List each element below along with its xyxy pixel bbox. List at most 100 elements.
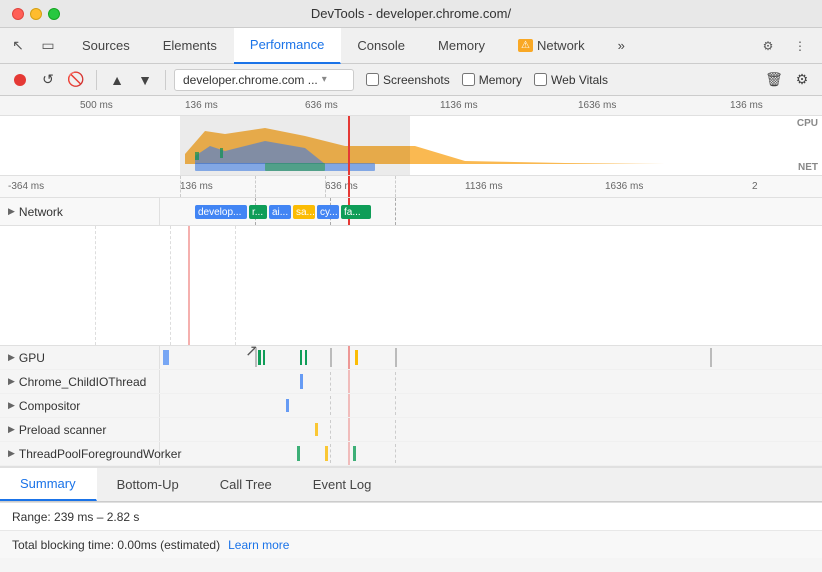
cpu-label: CPU	[797, 118, 818, 129]
main-content: ↖ ▭ Sources Elements Performance Console…	[0, 28, 822, 572]
separator-2	[165, 70, 166, 90]
pre-playhead	[348, 418, 350, 441]
preload-label: ▶ Preload scanner	[0, 418, 160, 441]
more-options-icon[interactable]: ⋮	[786, 32, 814, 60]
gpu-tick-4	[710, 348, 712, 367]
url-dropdown-arrow[interactable]: ▾	[322, 74, 327, 85]
toolbar-right: 🗑 ⚙	[762, 68, 814, 92]
screenshots-checkbox[interactable]: Screenshots	[366, 73, 450, 87]
time-offset-row: -364 ms 136 ms 636 ms 1136 ms 1636 ms 2	[0, 176, 822, 198]
minimize-button[interactable]	[30, 8, 42, 20]
pre-activity-1	[315, 423, 318, 436]
preload-content	[160, 418, 822, 441]
tab-sources[interactable]: Sources	[66, 28, 147, 64]
cio-activity-1	[300, 374, 303, 389]
bottom-tab-call-tree[interactable]: Call Tree	[200, 468, 293, 501]
webvitals-checkbox[interactable]: Web Vitals	[534, 73, 608, 87]
tab-more[interactable]: »	[602, 28, 642, 64]
flame-playhead	[188, 226, 190, 345]
thread-pool-row: ▶ ThreadPoolForegroundWorker	[0, 442, 822, 466]
url-bar: developer.chrome.com ... ▾	[174, 69, 354, 91]
close-button[interactable]	[12, 8, 24, 20]
gpu-activity-1	[163, 350, 169, 365]
thread-pool-expand[interactable]: ▶	[8, 448, 15, 459]
compositor-label: ▶ Compositor	[0, 394, 160, 417]
gpu-activity-6	[355, 350, 358, 365]
preload-expand[interactable]: ▶	[8, 424, 15, 435]
child-io-expand[interactable]: ▶	[8, 376, 15, 387]
child-io-label: ▶ Chrome_ChildIOThread	[0, 370, 160, 393]
net-segment-1[interactable]: develop...	[195, 205, 247, 219]
vline-2	[255, 176, 256, 197]
pre-vline-1	[330, 420, 331, 439]
playhead-2	[348, 176, 350, 197]
clear-button[interactable]: 🚫	[64, 68, 88, 92]
settings-icon[interactable]: ⚙	[754, 32, 782, 60]
flame-vline-3	[235, 226, 236, 345]
gpu-playhead	[348, 346, 350, 369]
preload-row: ▶ Preload scanner	[0, 418, 822, 442]
net-segment-2[interactable]: r...	[249, 205, 267, 219]
compositor-expand[interactable]: ▶	[8, 400, 15, 411]
ruler-tick-4: 1136 ms	[440, 100, 478, 111]
child-io-row: ▶ Chrome_ChildIOThread	[0, 370, 822, 394]
delete-button[interactable]: 🗑	[762, 68, 786, 92]
gpu-activity-4	[300, 350, 302, 365]
toolbar-settings-button[interactable]: ⚙	[790, 68, 814, 92]
thread-pool-label: ▶ ThreadPoolForegroundWorker	[0, 442, 160, 465]
network-warning-badge: ⚠	[518, 39, 533, 52]
offset-label-5: 1636 ms	[605, 181, 643, 192]
gpu-activity-2	[258, 350, 261, 365]
bottom-tab-event-log[interactable]: Event Log	[293, 468, 393, 501]
tp-vline-2	[395, 444, 396, 463]
tab-bar-right: ⚙ ⋮	[754, 32, 822, 60]
blocking-text: Total blocking time: 0.00ms (estimated)	[12, 538, 220, 552]
tab-memory[interactable]: Memory	[422, 28, 502, 64]
status-bar-blocking: Total blocking time: 0.00ms (estimated) …	[0, 530, 822, 558]
pre-vline-2	[395, 420, 396, 439]
tab-elements[interactable]: Elements	[147, 28, 234, 64]
tab-network[interactable]: ⚠ Network	[502, 28, 602, 64]
memory-checkbox[interactable]: Memory	[462, 73, 522, 87]
offset-label-3: 636 ms	[325, 181, 358, 192]
network-expand[interactable]: ▶	[8, 206, 15, 217]
compositor-content	[160, 394, 822, 417]
gpu-row: ▶ GPU	[0, 346, 822, 370]
cursor-icon[interactable]: ↖	[4, 32, 32, 60]
bottom-tab-summary[interactable]: Summary	[0, 468, 97, 501]
timeline-ruler: 500 ms 136 ms 636 ms 1136 ms 1636 ms 136…	[0, 96, 822, 116]
compositor-row: ▶ Compositor	[0, 394, 822, 418]
window-title: DevTools - developer.chrome.com/	[311, 6, 511, 21]
download-button[interactable]: ▼	[133, 68, 157, 92]
upload-button[interactable]: ▲	[105, 68, 129, 92]
gpu-tick-3	[395, 348, 397, 367]
net-segment-3[interactable]: ai...	[269, 205, 291, 219]
cio-vline-2	[395, 372, 396, 391]
record-button[interactable]	[8, 68, 32, 92]
gpu-expand[interactable]: ▶	[8, 352, 15, 363]
tp-activity-3	[353, 446, 356, 461]
vline-4	[395, 176, 396, 197]
gpu-tick-2	[330, 348, 332, 367]
network-row-label: ▶ Network	[0, 198, 160, 225]
net-graph-svg	[65, 161, 802, 175]
net-label: NET	[798, 162, 818, 173]
reload-record-button[interactable]: ↺	[36, 68, 60, 92]
tab-performance[interactable]: Performance	[234, 28, 341, 64]
vline-1	[180, 176, 181, 197]
gpu-activity-3	[263, 350, 265, 365]
maximize-button[interactable]	[48, 8, 60, 20]
thread-rows: ▶ GPU	[0, 346, 822, 466]
tab-console[interactable]: Console	[341, 28, 422, 64]
thread-pool-content	[160, 442, 822, 465]
net-segment-4[interactable]: sa...	[293, 205, 315, 219]
bottom-tab-bottom-up[interactable]: Bottom-Up	[97, 468, 200, 501]
net-segment-6[interactable]: fa...	[341, 205, 371, 219]
ruler-tick-5: 1636 ms	[578, 100, 616, 111]
toolbar: ↺ 🚫 ▲ ▼ developer.chrome.com ... ▾ Scree…	[0, 64, 822, 96]
drawer-icon[interactable]: ▭	[34, 32, 62, 60]
learn-more-link[interactable]: Learn more	[228, 538, 289, 552]
tp-activity-2	[325, 446, 328, 461]
net-segment-5[interactable]: cy...	[317, 205, 339, 219]
comp-activity-1	[286, 399, 289, 412]
